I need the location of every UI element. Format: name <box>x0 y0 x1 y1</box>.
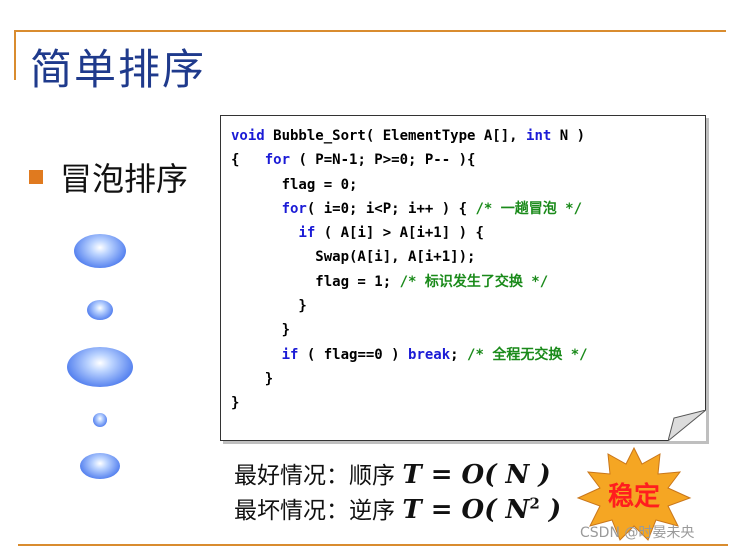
code-line: Swap(A[i], A[i+1]); <box>231 249 475 265</box>
code-block: void Bubble_Sort( ElementType A[], int N… <box>220 115 706 441</box>
code-text: N ) <box>551 128 586 144</box>
code-text: } <box>231 395 240 412</box>
code-comment: /* 一趟冒泡 */ <box>475 200 583 217</box>
code-line: { for ( P=N-1; P>=0; P-- ){ <box>231 152 475 168</box>
bullet-square-icon <box>29 170 43 184</box>
slide-title: 简单排序 <box>30 45 207 94</box>
code-line: } <box>231 298 307 315</box>
code-line: if ( A[i] > A[i+1] ) { <box>231 225 484 242</box>
code-keyword: if <box>281 346 299 363</box>
code-keyword: void <box>231 128 265 144</box>
best-case-label: 最好情况：顺序 <box>234 463 395 489</box>
code-text: { <box>231 152 265 169</box>
code-line: if ( flag==0 ) break; /* 全程无交换 */ <box>231 347 588 363</box>
code-text: Swap(A[i], A[i+1]); <box>231 249 476 266</box>
code-text: } <box>231 298 307 315</box>
code-line: flag = 0; <box>231 176 358 193</box>
code-text: } <box>231 322 291 339</box>
bubble-decoration-3 <box>67 347 133 387</box>
code-text: ( A[i] > A[i+1] ) { <box>315 225 484 242</box>
code-text: ( flag==0 ) <box>298 346 409 363</box>
code-text: Bubble_Sort( ElementType A[], <box>264 128 527 144</box>
code-line: for( i=0; i<P; i++ ) { /* 一趟冒泡 */ <box>231 201 582 217</box>
title-rule-top <box>14 30 726 32</box>
code-text: } <box>231 370 274 387</box>
worst-case-formula-close: ) <box>539 495 562 525</box>
code-line: flag = 1; /* 标识发生了交换 */ <box>231 274 548 290</box>
bullet-text: 冒泡排序 <box>60 160 189 198</box>
bubble-decoration-4 <box>93 413 107 427</box>
watermark: CSDN @时晏未央 <box>580 525 695 541</box>
code-text: ; <box>450 346 468 363</box>
title-rule-left <box>14 30 16 80</box>
code-text: flag = 1; <box>231 273 400 290</box>
code-comment: /* 全程无交换 */ <box>467 346 588 363</box>
code-keyword: int <box>526 128 552 144</box>
code-text: ( P=N-1; P>=0; P-- ){ <box>290 152 476 169</box>
bubble-decoration-5 <box>80 453 120 479</box>
code-listing: void Bubble_Sort( ElementType A[], int N… <box>231 124 588 416</box>
code-keyword: if <box>298 225 316 242</box>
code-comment: /* 标识发生了交换 */ <box>399 273 549 290</box>
code-keyword: for <box>264 152 291 169</box>
stable-badge-text: 稳定 <box>607 482 660 512</box>
code-line: } <box>231 395 239 411</box>
code-line: void Bubble_Sort( ElementType A[], int N… <box>231 128 585 144</box>
code-text: flag = 0; <box>231 176 358 193</box>
code-text: ( i=0; i<P; i++ ) { <box>306 200 476 217</box>
worst-case-exponent: 2 <box>529 494 540 513</box>
bubble-decoration-1 <box>74 234 126 268</box>
worst-case-line: 最坏情况：逆序 T = O( N2 ) <box>234 491 561 525</box>
code-line: } <box>231 371 273 387</box>
code-keyword: break <box>408 346 451 363</box>
worst-case-formula: T = O( N2 ) <box>402 494 562 525</box>
code-keyword: for <box>281 200 307 217</box>
best-case-formula: T = O( N ) <box>402 460 551 490</box>
bubble-decoration-2 <box>87 300 113 320</box>
code-line: } <box>231 322 290 338</box>
worst-case-formula-base: T = O( N <box>402 495 530 525</box>
folded-corner-icon <box>668 410 706 441</box>
footer-rule <box>18 544 728 546</box>
best-case-line: 最好情况：顺序 T = O( N ) <box>234 456 551 490</box>
worst-case-label: 最坏情况：逆序 <box>234 498 395 524</box>
